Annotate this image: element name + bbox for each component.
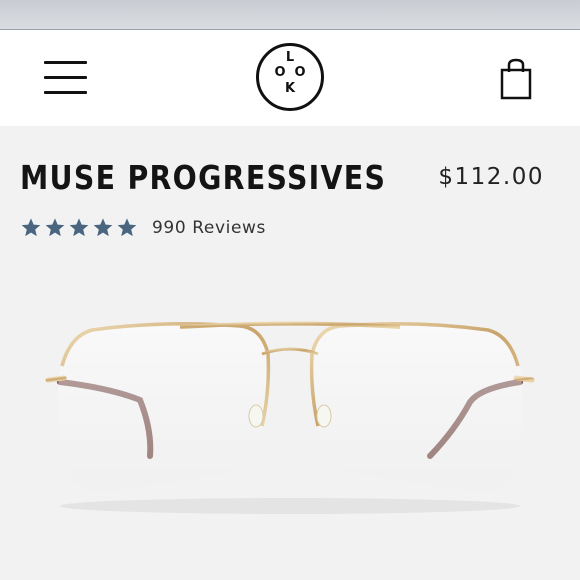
star-icon	[69, 218, 89, 237]
star-rating	[20, 217, 138, 239]
product-rating[interactable]: 990 Reviews	[20, 215, 266, 241]
logo-letter: O	[294, 65, 306, 80]
gold-aviator-eyeglasses-image	[0, 270, 580, 580]
brand-logo[interactable]: L O O K	[256, 43, 324, 111]
hamburger-menu-icon[interactable]	[44, 58, 88, 96]
site-header: L O O K	[0, 30, 580, 126]
logo-letter: K	[284, 81, 296, 96]
shopping-bag-icon[interactable]	[496, 58, 536, 102]
logo-letter: O	[274, 65, 286, 80]
star-icon	[93, 218, 113, 237]
logo-letter: L	[285, 50, 295, 65]
product-title: MUSE PROGRESSIVES	[20, 158, 387, 197]
product-price: $112.00	[438, 164, 544, 190]
star-icon	[117, 218, 137, 237]
reviews-link[interactable]: 990 Reviews	[152, 218, 266, 238]
star-icon	[45, 218, 65, 237]
status-bar	[0, 0, 580, 30]
star-icon	[21, 218, 41, 237]
